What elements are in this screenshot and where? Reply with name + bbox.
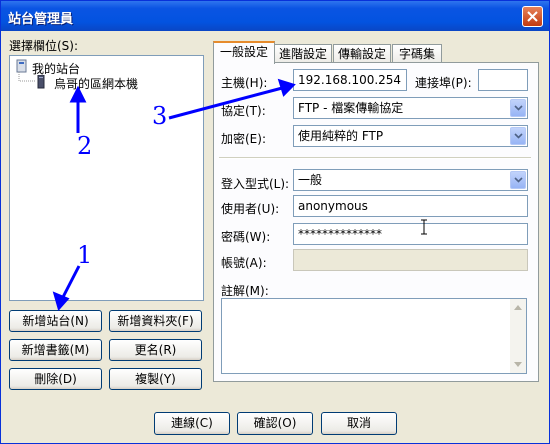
- tab-general[interactable]: 一般設定: [213, 41, 275, 64]
- annotation-number-1: 1: [77, 241, 93, 269]
- annotation-number-3: 3: [152, 102, 168, 130]
- arrow-3: [168, 85, 287, 120]
- arrow-2-head: [69, 85, 87, 103]
- arrow-3-head: [277, 78, 296, 97]
- arrow-1: [59, 265, 81, 302]
- site-manager-window: 站台管理員 選擇欄位(S): 我的站台 烏哥的區網本機 新增站台(N) 新增資料…: [0, 0, 550, 444]
- annotation-arrows: [52, 78, 296, 312]
- annotation-number-2: 2: [77, 132, 93, 160]
